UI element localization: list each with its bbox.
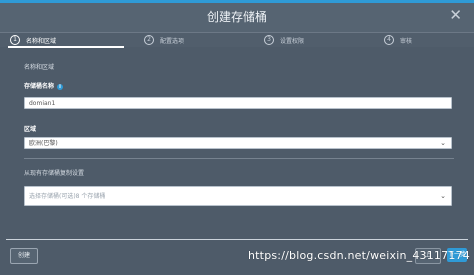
chevron-down-icon: ⌄ [440,192,446,200]
section-divider [24,158,454,159]
region-select-value: 欧洲(巴黎) [29,140,58,147]
info-icon[interactable]: i [57,83,64,90]
step-name-and-region[interactable]: 1 名称和区域 [10,33,56,47]
step-label: 名称和区域 [26,37,57,45]
step-label: 配置选项 [160,37,185,45]
step-number: 1 [10,35,20,45]
header-accent-stripe [0,0,474,3]
bucket-name-label: 存储桶名称 i [24,81,64,90]
step-number: 4 [384,35,394,45]
region-select[interactable]: 欧洲(巴黎) ⌄ [24,137,452,149]
create-button[interactable]: 创建 [10,248,38,264]
step-label: 设置权限 [280,37,305,45]
chevron-down-icon: ⌄ [440,139,446,147]
bucket-name-input[interactable]: domian1 [24,97,452,109]
region-label: 区域 [24,126,37,133]
wizard-steps: 1 名称和区域 2 配置选项 3 设置权限 4 审核 [0,33,474,47]
close-icon[interactable]: ✕ [449,6,462,24]
step-number: 2 [144,35,154,45]
section-title: 名称和区域 [24,64,55,71]
footer-divider [6,239,468,240]
create-bucket-dialog: 创建存储桶 ✕ 1 名称和区域 2 配置选项 3 设置权限 4 审核 名称和区域… [0,0,474,275]
active-step-indicator [8,46,124,48]
step-number: 3 [264,35,274,45]
copy-settings-select[interactable]: 选择存储桶(可选)8 个存储桶 ⌄ [24,186,452,206]
copy-settings-placeholder: 选择存储桶(可选)8 个存储桶 [29,193,106,200]
step-label: 审核 [400,37,413,45]
dialog-title: 创建存储桶 [206,10,267,24]
step-set-permissions[interactable]: 3 设置权限 [264,33,304,47]
step-review[interactable]: 4 审核 [384,33,412,47]
bucket-name-label-text: 存储桶名称 [24,83,55,90]
step-configure-options[interactable]: 2 配置选项 [144,33,184,47]
source-watermark: https://blog.csdn.net/weixin_43117174 [248,249,470,262]
dialog-header: 创建存储桶 ✕ [0,0,474,33]
copy-settings-label: 从现有存储桶复制设置 [24,170,85,177]
